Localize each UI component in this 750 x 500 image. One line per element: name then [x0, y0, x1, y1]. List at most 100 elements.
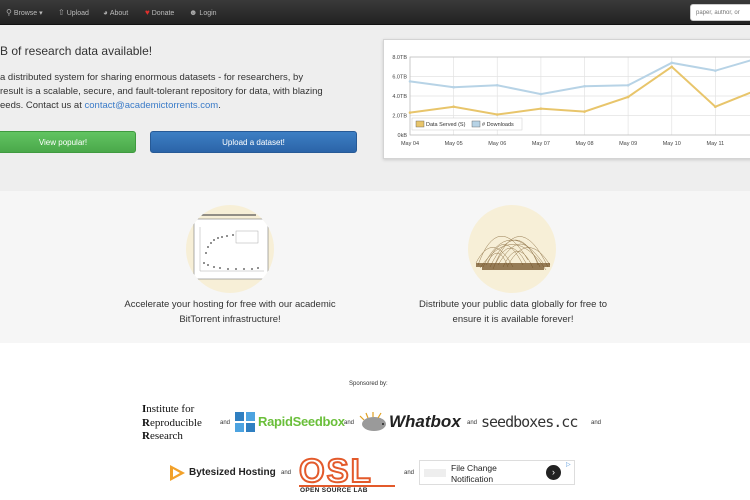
- caret-down-icon: ▾: [39, 10, 43, 17]
- data-point-1: [539, 92, 543, 96]
- search-input[interactable]: [690, 4, 750, 21]
- ad-arrow-icon[interactable]: ›: [546, 465, 561, 480]
- nav-browse-label: Browse: [13, 10, 38, 17]
- bytesized-logo[interactable]: Bytesized Hosting: [168, 463, 280, 483]
- stats-line-chart: 8.0TB 6.0TB 4.0TB 2.0TB 0kB May 04 May 05 May 0…: [392, 55, 750, 147]
- and-separator-2: and: [344, 420, 355, 426]
- y-tick-label: 8.0TB: [392, 55, 407, 61]
- hero-line-2: result is a scalable, secure, and fault-…: [0, 86, 323, 97]
- hero-headline: B of research data available!: [0, 44, 153, 58]
- feature-distribute-text: Distribute your public data globally for…: [398, 297, 628, 327]
- and-separator-4: and: [591, 420, 602, 426]
- ad-choices-icon[interactable]: ▷: [566, 461, 571, 468]
- legend-label-0: Data Served (S): [426, 122, 466, 128]
- whatbox-hedgehog-icon: [359, 412, 386, 431]
- nav-donate[interactable]: ♥ Donate: [145, 0, 174, 25]
- nav-upload-label: Upload: [66, 10, 89, 17]
- ad-line-2: Notification: [451, 474, 494, 484]
- speed-plot-illustration: [193, 214, 269, 280]
- data-point-0: [626, 95, 630, 99]
- x-tick-label: May 11: [707, 141, 725, 147]
- data-point-0: [714, 105, 717, 109]
- irr-line-3: esearch: [149, 430, 183, 442]
- hero-line-1: a distributed system for sharing enormou…: [0, 72, 304, 83]
- y-tick-label: 4.0TB: [392, 94, 407, 100]
- feature-hosting-text: Accelerate your hosting for free with ou…: [105, 297, 355, 327]
- series-line-0: [409, 65, 750, 116]
- data-point-1: [714, 69, 717, 72]
- irr-line-2: eproducible: [149, 416, 202, 429]
- data-point-0: [408, 111, 412, 114]
- hero-section: B of research data available! a distribu…: [0, 25, 750, 191]
- nav-login-label: Login: [199, 10, 217, 17]
- legend-swatch-1: [471, 120, 481, 128]
- sponsors-title: Sponsored by:: [349, 381, 388, 387]
- feature-hosting-line-2: BitTorrent infrastructure!: [179, 314, 281, 325]
- data-point-1: [408, 80, 412, 83]
- x-tick-label: May 06: [488, 141, 506, 147]
- data-point-1: [626, 83, 630, 87]
- nav-about-label: About: [109, 10, 129, 17]
- nav-browse[interactable]: ⚲ Browse ▾: [6, 0, 43, 25]
- nav-about[interactable]: ◕ About: [103, 0, 128, 25]
- hero-description: a distributed system for sharing enormou…: [0, 71, 360, 113]
- ad-logo-placeholder: [424, 469, 446, 477]
- search-icon: ⚲: [6, 8, 12, 17]
- upload-dataset-button[interactable]: Upload a dataset!: [150, 131, 357, 153]
- irr-cap-r2: R: [142, 430, 150, 442]
- x-tick-label: May 08: [575, 141, 593, 147]
- nav-donate-label: Donate: [151, 10, 175, 17]
- x-tick-label: May 07: [532, 141, 550, 147]
- sponsors-section: Sponsored by: Institute for Reproducible…: [0, 343, 750, 500]
- x-tick-label: May 05: [445, 141, 463, 147]
- feature-distribute-line-1: Distribute your public data globally for…: [419, 299, 607, 310]
- irr-line-1: nstitute for: [146, 403, 195, 415]
- features-section: Accelerate your hosting for free with ou…: [0, 191, 750, 343]
- nav-upload[interactable]: ⇧ Upload: [58, 0, 89, 25]
- globe-network-image: [468, 205, 556, 293]
- and-separator-1: and: [220, 420, 231, 426]
- rapidseedbox-text: RapidSeedbox: [258, 414, 345, 429]
- bytesized-text: Bytesized Hosting: [189, 467, 276, 478]
- user-icon: ☻: [189, 8, 198, 17]
- feature-distribute-line-2: ensure it is available forever!: [452, 314, 574, 325]
- series-line-1: [409, 59, 750, 96]
- x-tick-label: May 04: [401, 141, 419, 147]
- contact-email-link[interactable]: contact@academictorrents.com: [85, 100, 219, 111]
- legend-swatch-0: [415, 120, 425, 128]
- ad-line-1: File Change: [451, 463, 497, 473]
- data-point-0: [452, 105, 455, 109]
- view-popular-button[interactable]: View popular!: [0, 131, 136, 153]
- globe-network-illustration: [475, 236, 551, 271]
- data-point-0: [539, 107, 543, 110]
- data-point-1: [670, 61, 674, 65]
- nav-login[interactable]: ☻ Login: [189, 0, 217, 25]
- heart-icon: ♥: [145, 8, 150, 17]
- rapidseedbox-icon: [235, 412, 255, 432]
- data-point-1: [495, 83, 499, 87]
- rapidseedbox-logo[interactable]: RapidSeedbox: [234, 411, 345, 433]
- and-separator-6: and: [404, 470, 415, 476]
- whatbox-text: Whatbox: [389, 412, 461, 431]
- irr-logo[interactable]: Institute for Reproducible Research: [142, 403, 202, 444]
- stats-chart-panel: 8.0TB 6.0TB 4.0TB 2.0TB 0kB May 04 May 05 May 0…: [383, 39, 750, 159]
- data-point-0: [583, 110, 586, 113]
- globe-icon: ◕: [103, 8, 108, 17]
- and-separator-3: and: [467, 420, 478, 426]
- feature-hosting-line-1: Accelerate your hosting for free with ou…: [124, 299, 336, 310]
- speed-plot-image: [186, 205, 274, 293]
- hero-line-3-end: .: [218, 100, 221, 111]
- legend-label-1: # Downloads: [482, 122, 514, 128]
- osl-logo[interactable]: OSL OPEN SOURCE LAB: [298, 451, 395, 494]
- upload-icon: ⇧: [58, 8, 65, 17]
- whatbox-logo[interactable]: Whatbox: [358, 411, 466, 435]
- seedboxes-logo[interactable]: seedboxes.cc: [481, 413, 578, 431]
- data-point-0: [495, 113, 499, 116]
- file-change-ad[interactable]: File Change Notification › ▷: [419, 460, 575, 485]
- top-navbar: ⚲ Browse ▾ ⇧ Upload ◕ About ♥ Donate ☻ Login: [0, 0, 750, 25]
- data-point-1: [583, 84, 586, 88]
- y-tick-label: 6.0TB: [392, 75, 407, 81]
- irr-cap-r1: R: [142, 416, 150, 429]
- and-separator-5: and: [281, 470, 292, 476]
- bytesized-play-icon: [170, 465, 185, 481]
